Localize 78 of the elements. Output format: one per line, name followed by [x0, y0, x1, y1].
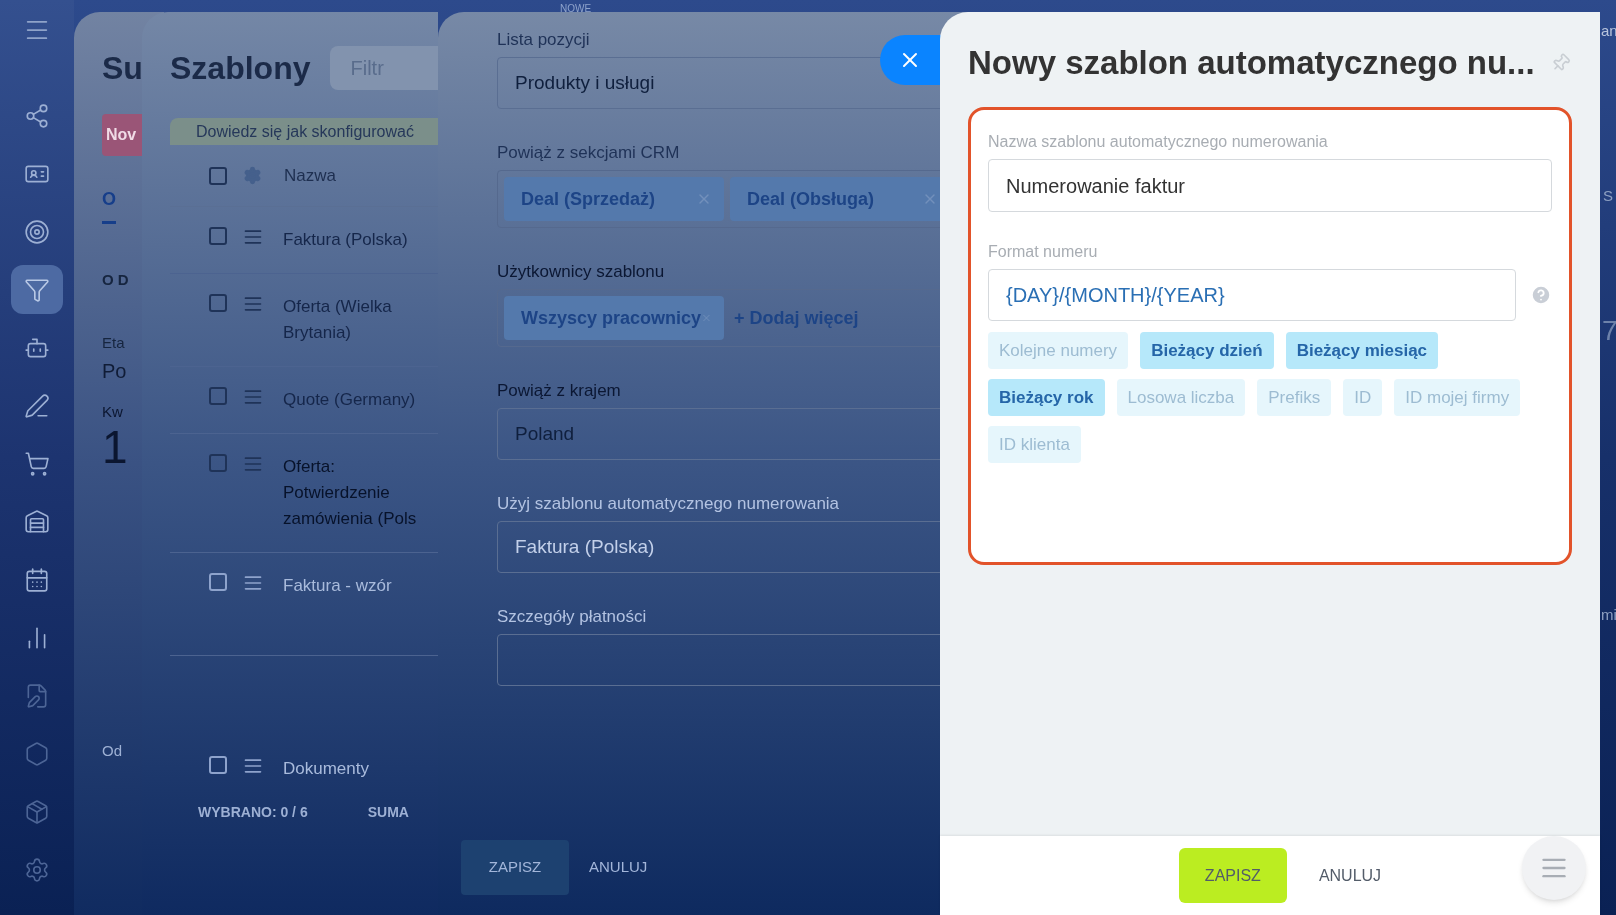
save-button[interactable]: ZAPISZ [461, 840, 569, 895]
target-icon [24, 218, 50, 245]
new-button[interactable]: Nov [102, 114, 142, 156]
drag-handle-icon[interactable] [243, 756, 263, 776]
field-value: 1 [102, 423, 128, 470]
macro-chip[interactable]: ID klienta [988, 426, 1081, 463]
field-label: Powiąż z krajem [497, 380, 621, 402]
field-label: Od [102, 740, 122, 761]
template-name[interactable]: Quote (Germany) [283, 387, 433, 413]
tag-label: Deal (Sprzedaż) [521, 187, 656, 211]
macro-chip[interactable]: Bieżący dzień [1140, 332, 1274, 369]
field-value: Po [102, 359, 127, 384]
macro-chip[interactable]: Kolejne numery [988, 332, 1129, 369]
cancel-button[interactable]: ANULUJ [1318, 863, 1382, 888]
nodes-icon [24, 102, 50, 129]
package-icon [24, 798, 50, 825]
template-name[interactable]: Faktura - wzór [283, 573, 433, 599]
edge-text: S [1603, 186, 1613, 206]
sum-label: SUMA [367, 803, 409, 822]
checkbox[interactable] [209, 454, 227, 472]
drag-handle-icon[interactable] [243, 294, 263, 314]
field-label: Eta [102, 332, 125, 353]
field-label: Użyj szablonu automatycznego numerowania [497, 493, 840, 515]
warehouse-icon [24, 508, 50, 535]
macro-chip[interactable]: Bieżący miesiąc [1285, 332, 1439, 369]
sidebar-item[interactable] [11, 265, 63, 314]
tag[interactable]: Wszyscy pracownicy [504, 296, 724, 340]
field-label: Format numeru [988, 242, 1099, 262]
template-name[interactable]: Dokumenty [283, 756, 433, 782]
info-banner: Dowiedz się jak skonfigurować [170, 118, 438, 145]
column-header: Nazwa [284, 164, 336, 187]
macro-chip[interactable]: ID mojej firmy [1394, 379, 1521, 416]
panel-title: Su [102, 52, 143, 84]
checkbox[interactable] [209, 166, 227, 185]
calendar-icon [24, 566, 50, 593]
cart-icon [24, 450, 50, 477]
cancel-button[interactable]: ANULUJ [589, 856, 648, 879]
edge-text: an [1601, 21, 1616, 41]
checkbox[interactable] [209, 756, 227, 774]
name-field[interactable]: Numerowanie faktur [988, 159, 1552, 212]
field-label: Szczegóły płatności [497, 606, 647, 628]
settings-icon [24, 856, 50, 883]
macro-chip[interactable]: Prefiks [1257, 379, 1332, 416]
save-button[interactable]: ZAPISZ [1178, 848, 1287, 903]
field-label: Lista pozycji [497, 29, 590, 51]
selected-count: WYBRANO: 0 / 6 [198, 803, 308, 822]
hexagon-icon [24, 740, 50, 767]
section-title: O D [102, 270, 129, 290]
macro-chip[interactable]: ID [1343, 379, 1383, 416]
checkbox[interactable] [209, 227, 227, 245]
field-label: Nazwa szablonu automatycznego numerowania [988, 132, 1329, 152]
checkbox[interactable] [209, 294, 227, 312]
checkbox[interactable] [209, 573, 227, 591]
help-icon[interactable] [1530, 284, 1552, 306]
panel-title: Szablony [170, 52, 311, 84]
field-label: Kw [102, 402, 123, 422]
drag-handle-icon[interactable] [243, 227, 263, 247]
template-name[interactable]: Oferta (Wielka Brytania) [283, 294, 433, 346]
drag-handle-icon[interactable] [243, 387, 263, 407]
field-label: Powiąż z sekcjami CRM [497, 142, 680, 164]
template-name[interactable]: Faktura (Polska) [283, 227, 433, 253]
drag-handle-icon[interactable] [243, 454, 263, 474]
macro-chip[interactable]: Bieżący rok [988, 379, 1105, 416]
macro-chip[interactable]: Losowa liczba [1116, 379, 1246, 416]
template-name[interactable]: Oferta: Potwierdzenie zamówienia (Pols [283, 454, 433, 532]
format-field[interactable]: {DAY}/{MONTH}/{YEAR} [988, 269, 1516, 321]
tag[interactable]: Deal (Sprzedaż) [504, 177, 724, 221]
edge-text: 7 [1602, 314, 1616, 348]
top-label: NOWE [560, 2, 592, 16]
edge-text: mi [1601, 605, 1616, 625]
drag-handle-icon[interactable] [243, 573, 263, 593]
pencil-icon [24, 392, 50, 419]
tag-label: Wszyscy pracownicy [521, 306, 702, 330]
checkbox[interactable] [209, 387, 227, 405]
field-label: Użytkownicy szablonu [497, 261, 665, 283]
tab[interactable]: O [102, 186, 116, 224]
funnel-icon [24, 276, 50, 303]
tag-label: Deal (Obsługa) [747, 187, 875, 211]
